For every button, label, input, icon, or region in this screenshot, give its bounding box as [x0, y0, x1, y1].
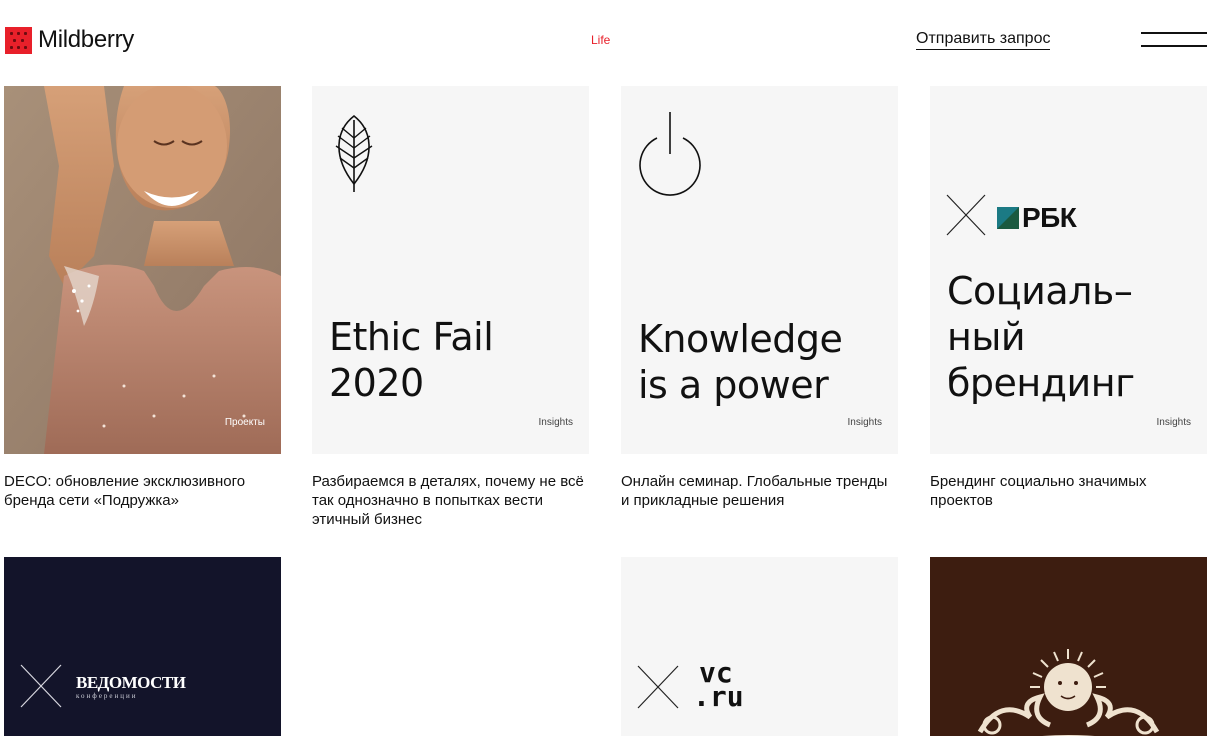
- card-title: Социаль– ный брендинг: [947, 269, 1135, 405]
- card-description: Онлайн семинар. Глобальные тренды и прик…: [621, 473, 888, 509]
- card-tag: Insights: [847, 417, 882, 428]
- card-vedomosti[interactable]: ВЕДОМОСТИ конференции: [4, 557, 281, 736]
- vc-ru-logo: vc .ru: [693, 656, 744, 713]
- card-description: Разбираемся в деталях, почему не всё так…: [312, 473, 584, 528]
- send-request-link[interactable]: Отправить запрос: [916, 30, 1051, 50]
- card-title: Knowledge is a power: [638, 317, 843, 407]
- ornament-sun-image: [977, 649, 1160, 736]
- card-tag: Insights: [1156, 417, 1191, 428]
- rbc-logo: РБК: [997, 202, 1077, 234]
- nav-life-link[interactable]: Life: [591, 33, 610, 47]
- cross-icon: [20, 664, 62, 708]
- rbc-logo-icon: [997, 207, 1019, 229]
- card-title: Ethic Fail 2020: [329, 315, 494, 405]
- cross-icon: [637, 665, 679, 709]
- cross-icon: [946, 194, 986, 236]
- menu-burger-icon[interactable]: [1141, 30, 1207, 48]
- woman-photo-image: [4, 86, 281, 454]
- power-icon: [639, 112, 701, 196]
- logo[interactable]: Mildberry: [5, 26, 134, 54]
- logo-text: Mildberry: [38, 26, 134, 53]
- card-description: DECO: обновление эксклюзивного бренда се…: [4, 473, 246, 509]
- card-vc-ru[interactable]: vc .ru: [621, 557, 898, 736]
- card-description: Брендинг социально значимых проектов: [930, 473, 1147, 509]
- card-cover: Ethic Fail 2020 Insights: [312, 86, 589, 454]
- site-header: Mildberry Life Отправить запрос: [0, 0, 1212, 80]
- card-sun-brand[interactable]: [930, 557, 1207, 736]
- card-tag: Insights: [538, 417, 573, 428]
- card-photo: Проекты: [4, 86, 281, 454]
- vedomosti-logo: ВЕДОМОСТИ конференции: [76, 673, 186, 700]
- leaf-icon: [335, 114, 373, 192]
- card-cover: Knowledge is a power Insights: [621, 86, 898, 454]
- card-cover: РБК Социаль– ный брендинг Insights: [930, 86, 1207, 454]
- logo-mark-icon: [5, 26, 32, 54]
- card-tag: Проекты: [224, 417, 265, 428]
